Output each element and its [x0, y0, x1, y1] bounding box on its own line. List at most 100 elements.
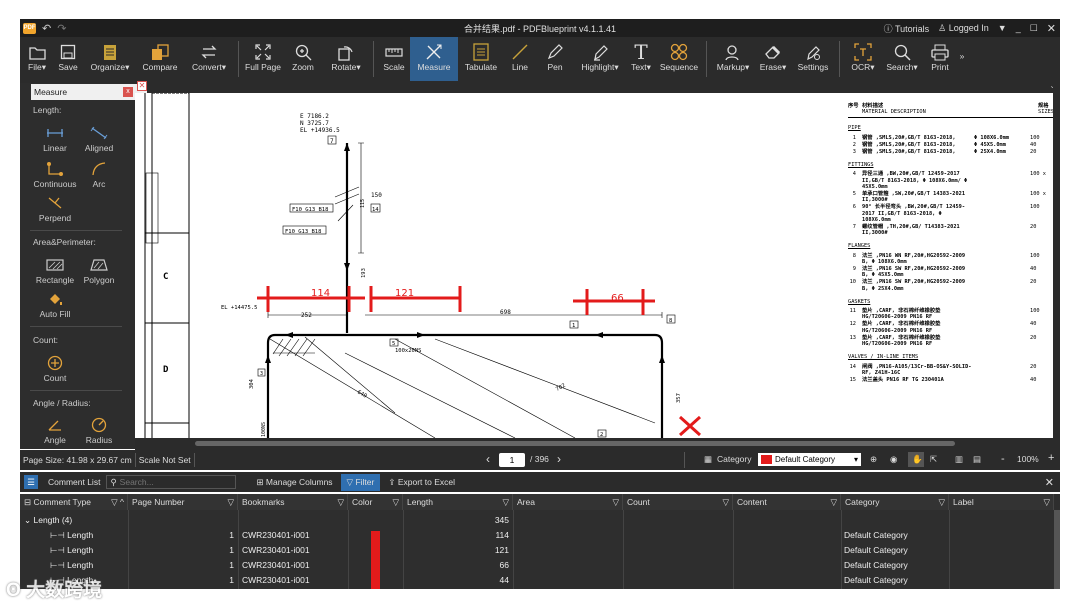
- next-page-button[interactable]: ›: [557, 452, 561, 466]
- export-excel-button[interactable]: ⇪ Export to Excel: [388, 477, 455, 488]
- linear-tool[interactable]: Linear: [30, 123, 80, 153]
- zoom-label: Zoom: [292, 62, 314, 72]
- select-tool-icon[interactable]: ⇱: [930, 454, 937, 465]
- single-page-icon[interactable]: ▥: [955, 454, 963, 465]
- ocr-menu[interactable]: OCR▾: [844, 37, 882, 81]
- col-page-number[interactable]: Page Number ▽: [128, 494, 238, 510]
- filter-icon[interactable]: ▽ ^: [111, 494, 124, 510]
- filter-icon[interactable]: ▽: [830, 494, 837, 510]
- compare-button[interactable]: Compare: [136, 37, 184, 81]
- text-menu[interactable]: T Text▾: [626, 37, 656, 81]
- print-button[interactable]: Print: [922, 37, 958, 81]
- filter-icon[interactable]: ▽: [502, 494, 509, 510]
- filter-icon[interactable]: ▽: [722, 494, 729, 510]
- auto-fill-tool[interactable]: Auto Fill: [30, 289, 80, 319]
- close-panel-button[interactable]: x: [123, 87, 133, 97]
- filter-icon[interactable]: ▽: [938, 494, 945, 510]
- status-bar: Page Size: 41.98 x 29.67 cm Scale Not Se…: [20, 450, 1060, 470]
- close-window-button[interactable]: ✕: [1047, 22, 1056, 35]
- flow-arrow: [285, 332, 293, 338]
- save-button[interactable]: Save: [52, 37, 84, 81]
- zoom-in-button[interactable]: +: [1048, 452, 1054, 464]
- col-color[interactable]: Color ▽: [348, 494, 403, 510]
- markup-menu[interactable]: Markup▾: [711, 37, 755, 81]
- material-desc: 螺纹管帽 ,TH,20#,GB/ T14383-2021 II,3000#: [862, 224, 960, 237]
- horizontal-scrollbar[interactable]: [135, 438, 1053, 450]
- aligned-tool[interactable]: Aligned: [74, 123, 124, 153]
- filter-icon[interactable]: ▽: [337, 494, 344, 510]
- account-menu[interactable]: ♙ Logged In: [938, 23, 989, 34]
- file-menu[interactable]: File▾: [22, 37, 52, 81]
- comment-search-input[interactable]: [119, 477, 220, 487]
- erase-menu[interactable]: Erase▾: [755, 37, 791, 81]
- pen-tool[interactable]: Pen: [536, 37, 574, 81]
- continuous-page-icon[interactable]: ▤: [973, 454, 981, 465]
- prev-page-button[interactable]: ‹: [486, 452, 490, 466]
- toolbar-overflow[interactable]: »: [958, 37, 966, 81]
- col-category[interactable]: Category ▽: [841, 494, 949, 510]
- filter-button[interactable]: ▽ Filter: [340, 473, 381, 491]
- scroll-thumb[interactable]: [195, 441, 955, 446]
- sequence-button[interactable]: Sequence: [656, 37, 702, 81]
- tabulate-button[interactable]: Tabulate: [458, 37, 504, 81]
- full-page-button[interactable]: Full Page: [243, 37, 283, 81]
- arc-tool[interactable]: Arc: [74, 159, 124, 189]
- col-comment-type[interactable]: ⊟ Comment Type ▽ ^: [20, 494, 128, 510]
- scale-status[interactable]: Scale Not Set: [136, 453, 195, 467]
- scale-button[interactable]: Scale: [378, 37, 410, 81]
- eye-icon[interactable]: ◉: [890, 454, 897, 465]
- col-label: Category: [845, 497, 880, 507]
- line-tool[interactable]: Line: [504, 37, 536, 81]
- col-count[interactable]: Count ▽: [623, 494, 733, 510]
- length-section-label: Length:: [33, 105, 62, 115]
- angle-icon: [47, 415, 63, 435]
- close-comment-list-button[interactable]: ✕: [1045, 476, 1054, 489]
- convert-menu[interactable]: Convert▾: [184, 37, 234, 81]
- organize-menu[interactable]: Organize▾: [84, 37, 136, 81]
- close-document-tab[interactable]: ✕: [137, 81, 147, 91]
- search-box[interactable]: ⚲: [106, 475, 237, 489]
- count-tool[interactable]: Count: [30, 353, 80, 383]
- polygon-tool[interactable]: Polygon: [74, 255, 124, 285]
- filter-icon[interactable]: ▽: [1043, 494, 1050, 510]
- zoom-area-icon[interactable]: ⊕: [870, 454, 877, 465]
- filter-icon[interactable]: ▽: [227, 494, 234, 510]
- angle-tool[interactable]: Angle: [30, 415, 80, 445]
- continuous-tool[interactable]: Continuous: [30, 159, 80, 189]
- col-bookmarks[interactable]: Bookmarks ▽: [238, 494, 348, 510]
- zoom-button[interactable]: Zoom: [283, 37, 323, 81]
- hand-tool-button[interactable]: ✋: [908, 452, 924, 467]
- tutorials-link[interactable]: ⓘ Tutorials: [884, 22, 930, 35]
- col-content[interactable]: Content ▽: [733, 494, 841, 510]
- table-row[interactable]: ⊢⊣ Length 1 CWR230401-i001 114 Default Categ…: [20, 528, 1054, 546]
- radius-tool[interactable]: Radius: [74, 415, 124, 445]
- zoom-level[interactable]: 100%: [1017, 454, 1039, 464]
- filter-icon[interactable]: ▽: [612, 494, 619, 510]
- rectangle-tool[interactable]: Rectangle: [30, 255, 80, 285]
- table-scrollbar[interactable]: [1054, 510, 1060, 589]
- zoom-out-button[interactable]: -: [1001, 453, 1005, 465]
- maximize-button[interactable]: ☐: [1030, 23, 1038, 34]
- category-dropdown[interactable]: Default Category ▾: [758, 453, 861, 466]
- manage-columns-button[interactable]: ⊞ Manage Columns: [256, 477, 332, 488]
- search-menu[interactable]: Search▾: [882, 37, 922, 81]
- table-row[interactable]: ⊢⊣ Length 1 CWR230401-i001 66 Default Catego…: [20, 558, 1054, 576]
- table-row[interactable]: ⊢⊣ Length 1 CWR230401-i001 44 Default Catego…: [20, 573, 1054, 589]
- perpend-tool[interactable]: Perpend: [30, 193, 80, 223]
- col-area[interactable]: Area ▽: [513, 494, 623, 510]
- filter-icon[interactable]: ▽: [392, 494, 399, 510]
- group-row-length[interactable]: ⌄ Length (4) 345: [20, 513, 1054, 528]
- col-length[interactable]: Length ▽: [403, 494, 513, 510]
- measure-button[interactable]: Measure: [410, 37, 458, 81]
- page-number-input[interactable]: 1: [499, 453, 525, 467]
- highlight-menu[interactable]: Highlight▾: [574, 37, 626, 81]
- document-canvas[interactable]: C D E 7186.2 N 3725.7 EL +14936.5 7 115 …: [135, 93, 1053, 438]
- vertical-scrollbar[interactable]: [1053, 81, 1060, 451]
- dropdown-icon[interactable]: ▼: [998, 23, 1007, 33]
- col-label[interactable]: Label ▽: [949, 494, 1054, 510]
- list-icon[interactable]: ☰: [24, 475, 38, 489]
- settings-button[interactable]: Settings: [791, 37, 835, 81]
- minimize-button[interactable]: _: [1016, 23, 1021, 33]
- rotate-menu[interactable]: Rotate▾: [323, 37, 369, 81]
- table-row[interactable]: ⊢⊣ Length 1 CWR230401-i001 121 Default Categ…: [20, 543, 1054, 561]
